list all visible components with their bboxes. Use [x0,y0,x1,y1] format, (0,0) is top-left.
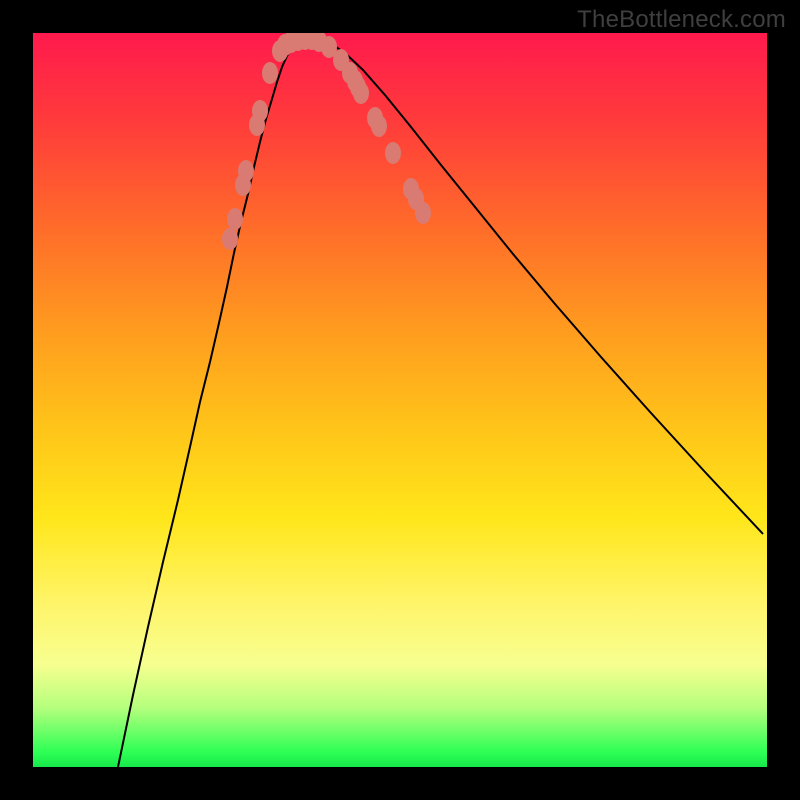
chart-svg [33,33,767,767]
curve-marker [227,208,243,230]
plot-area [33,33,767,767]
watermark-text: TheBottleneck.com [577,6,786,34]
curve-marker [262,62,278,84]
bottleneck-curve [118,38,763,767]
curve-marker [238,160,254,182]
curve-marker [222,228,238,250]
chart-frame: TheBottleneck.com [0,0,800,800]
marker-group [222,33,431,250]
curve-marker [415,202,431,224]
curve-marker [371,115,387,137]
curve-marker [385,142,401,164]
curve-marker [252,100,268,122]
curve-marker [353,82,369,104]
